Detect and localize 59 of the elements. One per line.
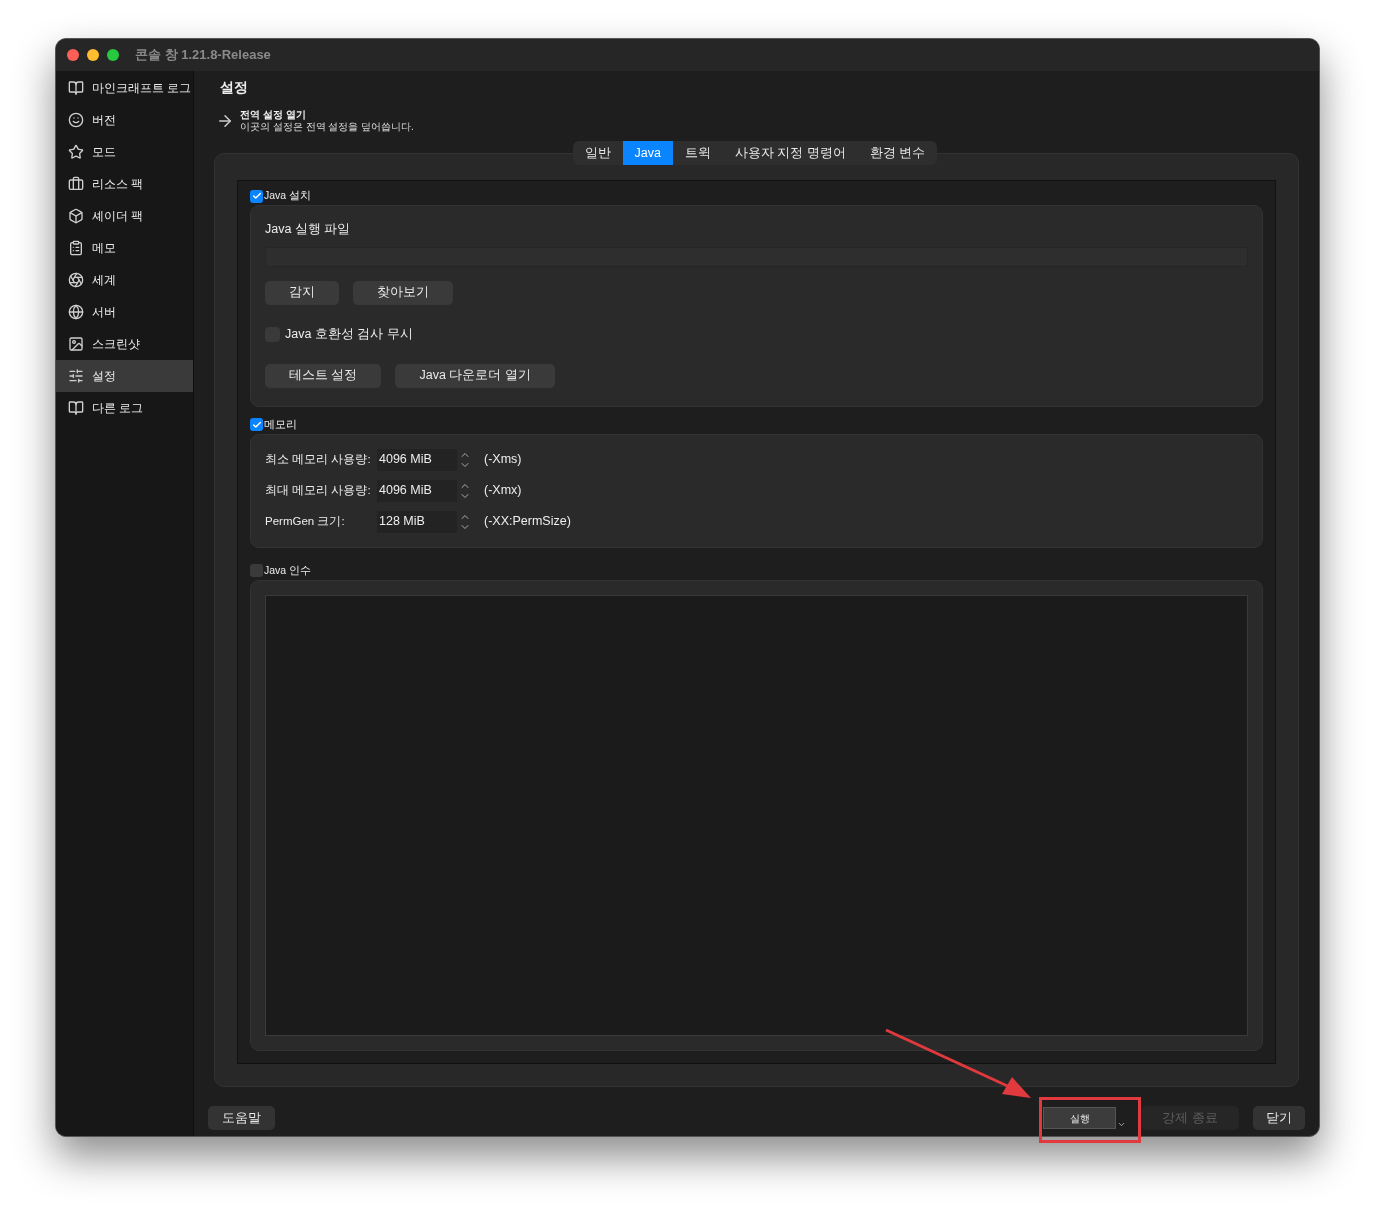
sidebar-item[interactable]: 마인크래프트 로그 bbox=[56, 72, 193, 104]
button[interactable]: Java 다운로더 열기 bbox=[395, 363, 555, 388]
minimize-window-button[interactable] bbox=[87, 49, 99, 61]
button[interactable]: 찾아보기 bbox=[353, 280, 453, 305]
tab[interactable]: 환경 변수 bbox=[857, 141, 938, 165]
flag-label: (-Xmx) bbox=[484, 482, 522, 500]
image-icon bbox=[68, 336, 84, 352]
field-label: PermGen 크기: bbox=[265, 513, 346, 529]
checkbox[interactable] bbox=[250, 418, 263, 431]
sidebar-item[interactable]: 리소스 팩 bbox=[56, 168, 193, 200]
clipboard-icon bbox=[68, 240, 84, 256]
sidebar-item[interactable]: 서버 bbox=[56, 296, 193, 328]
globe-icon bbox=[68, 304, 84, 320]
tab[interactable]: 사용자 지정 명령어 bbox=[723, 141, 858, 165]
sidebar-item[interactable]: 스크린샷 bbox=[56, 328, 193, 360]
spin-box[interactable]: 4096 MiB bbox=[377, 479, 457, 502]
sidebar-item[interactable]: 버전 bbox=[56, 104, 193, 136]
aperture-icon bbox=[68, 272, 84, 288]
spin-box[interactable]: 4096 MiB bbox=[377, 448, 457, 471]
button[interactable]: 감지 bbox=[265, 280, 339, 305]
arrow-icon bbox=[216, 112, 234, 130]
book-icon bbox=[68, 400, 84, 416]
group-label: Java 인수 bbox=[264, 562, 312, 578]
sidebar-item[interactable]: 모드 bbox=[56, 136, 193, 168]
launch-button[interactable]: 실행 bbox=[1043, 1107, 1116, 1129]
star-icon bbox=[68, 144, 84, 160]
global-settings-description: 이곳의 설정은 전역 설정을 덮어씁니다. bbox=[240, 121, 414, 133]
flag-label: (-Xms) bbox=[484, 451, 522, 469]
page-title: 설정 bbox=[219, 78, 249, 97]
tab[interactable]: 트윅 bbox=[673, 141, 723, 165]
global-settings-link[interactable]: 전역 설정 열기 bbox=[240, 109, 414, 121]
sidebar-item[interactable]: 셰이더 팩 bbox=[56, 200, 193, 232]
tab[interactable]: Java bbox=[622, 141, 673, 165]
sidebar-item[interactable]: 세계 bbox=[56, 264, 193, 296]
window-title: 콘솔 창 1.21.8-Release bbox=[135, 46, 271, 65]
sliders-icon bbox=[68, 368, 84, 384]
group-label: Java 설치 bbox=[264, 188, 312, 204]
checkbox[interactable] bbox=[250, 189, 263, 203]
field-label: 최소 메모리 사용량: bbox=[265, 451, 372, 467]
flag-label: (-XX:PermSize) bbox=[484, 513, 571, 531]
spin-box[interactable]: 128 MiB bbox=[377, 510, 457, 533]
field-label: 최대 메모리 사용량: bbox=[265, 482, 372, 498]
checkbox[interactable] bbox=[250, 564, 263, 577]
sidebar-item[interactable]: 메모 bbox=[56, 232, 193, 264]
zoom-window-button[interactable] bbox=[107, 49, 119, 61]
cube-icon bbox=[68, 208, 84, 224]
button[interactable]: 테스트 설정 bbox=[265, 363, 382, 388]
face-icon bbox=[68, 112, 84, 128]
book-icon bbox=[68, 80, 84, 96]
sidebar-item[interactable]: 설정 bbox=[56, 360, 193, 392]
help-button[interactable]: 도움말 bbox=[208, 1106, 275, 1130]
close-window-button[interactable] bbox=[67, 49, 79, 61]
briefcase-icon bbox=[68, 176, 84, 192]
checkbox-label: Java 호환성 검사 무시 bbox=[285, 325, 413, 343]
tab[interactable]: 일반 bbox=[572, 141, 623, 165]
close-button[interactable]: 닫기 bbox=[1253, 1106, 1305, 1130]
group-label: 메모리 bbox=[264, 416, 297, 432]
field-label: Java 실행 파일 bbox=[265, 221, 352, 238]
sidebar-item[interactable]: 다른 로그 bbox=[56, 392, 193, 424]
